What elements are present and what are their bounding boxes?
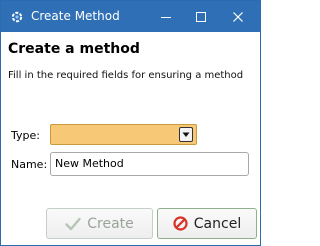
type-label: Type: bbox=[11, 129, 40, 142]
minimize-button[interactable] bbox=[151, 1, 181, 32]
dropdown-arrow-button[interactable] bbox=[179, 127, 193, 142]
close-button[interactable] bbox=[223, 1, 253, 32]
chevron-down-icon bbox=[182, 132, 190, 137]
create-button-label: Create bbox=[87, 215, 134, 232]
cancel-button-label: Cancel bbox=[193, 215, 242, 232]
close-icon bbox=[233, 11, 243, 22]
maximize-icon bbox=[196, 11, 206, 22]
maximize-button[interactable] bbox=[186, 1, 216, 32]
create-method-dialog: Create Method Create a method Fill in th… bbox=[0, 0, 261, 246]
cancel-icon bbox=[173, 216, 188, 231]
window-title: Create Method bbox=[31, 9, 120, 23]
dialog-heading: Create a method bbox=[8, 41, 140, 57]
dialog-subtitle: Fill in the required fields for ensuring… bbox=[8, 70, 244, 81]
type-dropdown[interactable] bbox=[50, 124, 197, 145]
cancel-button[interactable]: Cancel bbox=[157, 208, 257, 239]
create-button[interactable]: Create bbox=[46, 208, 153, 239]
title-bar[interactable]: Create Method bbox=[1, 1, 260, 32]
check-icon bbox=[65, 217, 81, 230]
minimize-icon bbox=[161, 16, 171, 18]
name-label: Name: bbox=[11, 158, 48, 171]
app-gear-icon bbox=[11, 11, 23, 23]
name-input[interactable]: New Method bbox=[50, 152, 249, 176]
